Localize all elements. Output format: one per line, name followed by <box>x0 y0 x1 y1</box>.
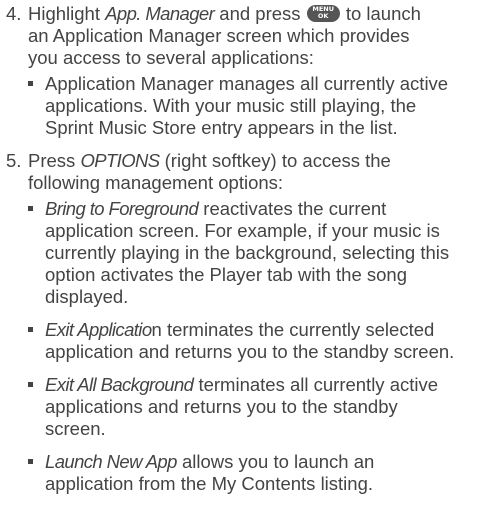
bullet-text: Exit All Background terminates all curre… <box>45 374 486 440</box>
option-term: Exit All Background <box>45 374 194 395</box>
bullet-line: displayed. <box>45 286 129 307</box>
bullet-line: applications. With your music still play… <box>45 95 417 116</box>
option-term: Bring to Foreground <box>45 198 199 219</box>
bullet-line: screen. <box>45 418 106 439</box>
bullet-line: application from the My Contents listing… <box>45 473 374 494</box>
bullet-text: Application Manager manages all currentl… <box>45 73 486 139</box>
menu-term: App. Manager <box>105 3 215 24</box>
bullet-text: Bring to Foreground reactivates the curr… <box>45 198 486 308</box>
bullet-line: Launch New App allows you to launch an <box>45 451 486 473</box>
option-description: n terminates the currently selected <box>151 319 435 340</box>
step-number: 4. <box>6 3 22 24</box>
step-4: 4. Highlight App. Manager and press MENU… <box>0 3 486 69</box>
bullet-line: Sprint Music Store entry appears in the … <box>45 117 398 138</box>
manual-page: 4. Highlight App. Manager and press MENU… <box>0 0 491 530</box>
option-term: Launch New App <box>45 451 177 472</box>
bullet-line: currently playing in the background, sel… <box>45 242 450 263</box>
bullet-text: Launch New App allows you to launch an a… <box>45 451 486 495</box>
bullet-line: option activates the Player tab with the… <box>45 264 407 285</box>
step-line: Press OPTIONS (right softkey) to access … <box>28 150 483 172</box>
bullet-item: Launch New App allows you to launch an a… <box>28 451 486 495</box>
key-label-bottom: OK <box>317 12 329 20</box>
instruction-text: to launch <box>345 3 421 24</box>
step-line: an Application Manager screen which prov… <box>28 25 410 46</box>
bullet-item: Bring to Foreground reactivates the curr… <box>28 198 486 308</box>
bullet-square-icon <box>28 206 33 211</box>
bullet-line: application screen. For example, if your… <box>45 220 440 241</box>
step-text: Highlight App. Manager and press MENU OK … <box>28 3 483 69</box>
bullet-line: Application Manager manages all currentl… <box>45 73 449 94</box>
option-description: allows you to launch an <box>181 451 375 472</box>
option-description: reactivates the current <box>203 198 387 219</box>
bullet-square-icon <box>28 459 33 464</box>
instruction-verb: Highlight <box>28 3 100 24</box>
bullet-square-icon <box>28 327 33 332</box>
step-text: Press OPTIONS (right softkey) to access … <box>28 150 483 194</box>
bullet-line: Exit Application terminates the currentl… <box>45 319 486 341</box>
option-term: Exit Applicatio <box>45 319 152 340</box>
menu-ok-key-icon: MENU OK <box>306 5 340 22</box>
step-line: you access to several applications: <box>28 47 314 68</box>
bullet-item: Exit All Background terminates all curre… <box>28 374 486 440</box>
option-description: terminates all currently active <box>198 374 439 395</box>
bullet-square-icon <box>28 81 33 86</box>
bullet-line: Exit All Background terminates all curre… <box>45 374 486 396</box>
bullet-line: Bring to Foreground reactivates the curr… <box>45 198 486 220</box>
bullet-item: Application Manager manages all currentl… <box>28 73 486 139</box>
menu-ok-key-label: MENU OK <box>307 6 340 20</box>
instruction-text: and press <box>219 3 301 24</box>
step-5: 5. Press OPTIONS (right softkey) to acce… <box>0 150 486 194</box>
bullet-line: application and returns you to the stand… <box>45 341 455 362</box>
bullet-line: applications and returns you to the stan… <box>45 396 398 417</box>
step-number: 5. <box>6 150 22 171</box>
instruction-text: (right softkey) to access the <box>164 150 391 171</box>
instruction-verb: Press <box>28 150 76 171</box>
bullet-square-icon <box>28 382 33 387</box>
softkey-term: OPTIONS <box>80 150 160 171</box>
bullet-item: Exit Application terminates the currentl… <box>28 319 486 363</box>
step-line: following management options: <box>28 172 284 193</box>
bullet-text: Exit Application terminates the currentl… <box>45 319 486 363</box>
step-line: Highlight App. Manager and press MENU OK … <box>28 3 483 25</box>
